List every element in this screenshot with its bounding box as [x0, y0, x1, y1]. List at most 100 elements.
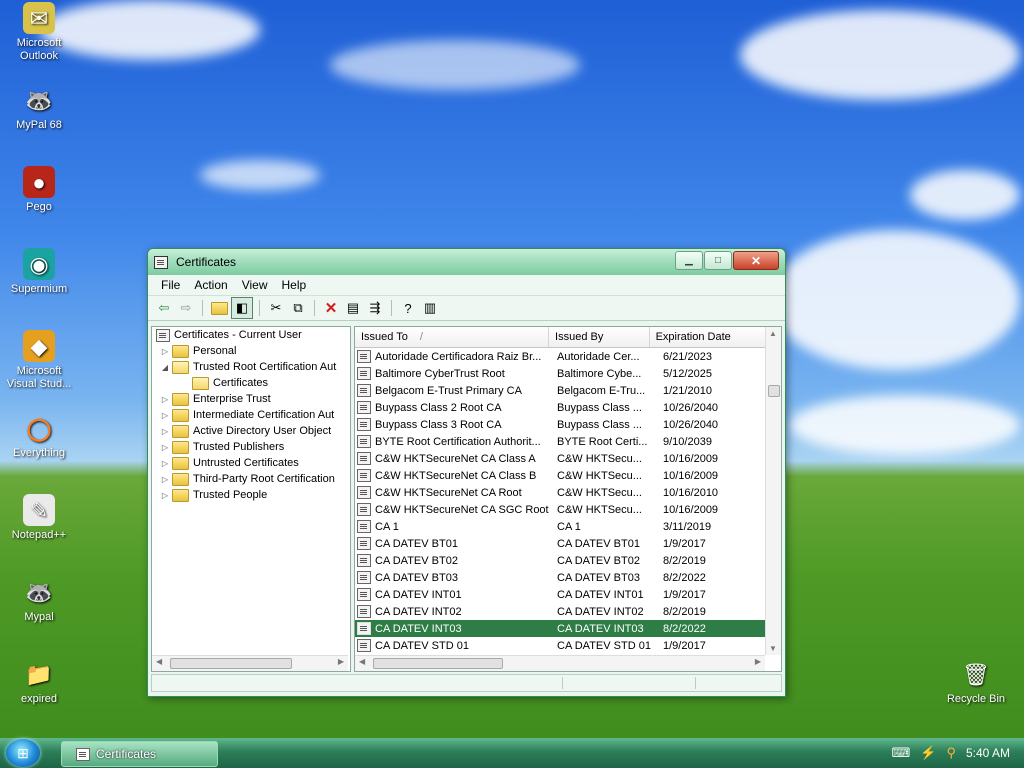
cell-expiration-date: 8/2/2019 [663, 605, 706, 618]
column-issued-by[interactable]: Issued By [549, 327, 650, 347]
tree-item[interactable]: ▷ Third-Party Root Certification [152, 471, 350, 487]
expanded-arrow-icon[interactable]: ◢ [160, 363, 170, 372]
search-icon[interactable]: ⚲ [946, 745, 956, 761]
table-row[interactable]: C&W HKTSecureNet CA Root C&W HKTSecu... 10… [355, 484, 781, 501]
table-row[interactable]: Belgacom E-Trust Primary CA Belgacom E-Tr… [355, 382, 781, 399]
cell-issued-by: BYTE Root Certi... [557, 435, 648, 448]
desktop-icon-pego[interactable]: ● Pego [4, 166, 74, 214]
collapsed-arrow-icon[interactable]: ▷ [160, 427, 170, 436]
cell-expiration-date: 10/26/2040 [663, 418, 719, 431]
action-pane-button[interactable]: ▥ [420, 298, 440, 318]
cell-issued-to: CA DATEV BT01 [355, 537, 551, 550]
menu-file[interactable]: File [154, 278, 187, 292]
taskbar-certificates[interactable]: Certificates [61, 741, 218, 767]
tree-scroll-thumb[interactable] [170, 658, 292, 669]
table-row[interactable]: Buypass Class 3 Root CA Buypass Class ...… [355, 416, 781, 433]
table-row[interactable]: CA DATEV INT03 CA DATEV INT03 8/2/2022 [355, 620, 781, 637]
close-button[interactable]: ✕ [733, 251, 779, 270]
table-row[interactable]: BYTE Root Certification Authorit... BYTE … [355, 433, 781, 450]
up-one-level-button[interactable] [209, 298, 229, 318]
copy-button[interactable]: ⧉ [288, 298, 308, 318]
pego-icon: ● [23, 166, 55, 198]
minimize-button[interactable]: ▁ [675, 251, 703, 270]
desktop-icon-mypal[interactable]: 🦝 Mypal [4, 576, 74, 624]
desktop-icon-everything[interactable]: ◯ Everything [4, 412, 74, 460]
tree-item[interactable]: ◢ Trusted Root Certification Aut [152, 359, 350, 375]
tree-root[interactable]: Certificates - Current User [152, 327, 350, 343]
certificate-icon [154, 255, 168, 269]
menu-help[interactable]: Help [275, 278, 314, 292]
table-row[interactable]: Baltimore CyberTrust Root Baltimore Cybe.… [355, 365, 781, 382]
table-row[interactable]: CA 1 CA 1 3/11/2019 [355, 518, 781, 535]
tree-horizontal-scrollbar[interactable]: ◀ ▶ [152, 655, 348, 671]
tree-item[interactable]: ▷ Untrusted Certificates [152, 455, 350, 471]
desktop-icon-folder[interactable]: 📁 expired [4, 658, 74, 706]
export-list-button[interactable]: ⇶ [365, 298, 385, 318]
delete-button[interactable]: ✕ [321, 298, 341, 318]
tree-item[interactable]: ▷ Trusted People [152, 487, 350, 503]
tree-item[interactable]: ▷ Enterprise Trust [152, 391, 350, 407]
cell-issued-to: CA DATEV INT01 [355, 588, 551, 601]
tree-item[interactable]: ▷ Intermediate Certification Aut [152, 407, 350, 423]
show-hide-tree-button[interactable]: ◧ [231, 297, 253, 319]
table-row[interactable]: C&W HKTSecureNet CA Class B C&W HKTSecu..… [355, 467, 781, 484]
list-scroll-thumb[interactable] [768, 385, 780, 397]
list-horizontal-scrollbar[interactable]: ◀ ▶ [355, 655, 765, 671]
help-button[interactable]: ? [398, 298, 418, 318]
back-button[interactable]: ⇦ [154, 298, 174, 318]
column-issued-to[interactable]: Issued To / [355, 327, 550, 347]
collapsed-arrow-icon[interactable]: ▷ [160, 411, 170, 420]
tree-item[interactable]: ▷ Active Directory User Object [152, 423, 350, 439]
cell-issued-by: CA DATEV INT03 [557, 622, 644, 635]
menu-action[interactable]: Action [187, 278, 234, 292]
list-vertical-scrollbar[interactable]: ▲ ▼ [765, 327, 781, 655]
properties-button[interactable]: ▤ [343, 298, 363, 318]
list-scroll-thumb-h[interactable] [373, 658, 503, 669]
recycle-bin[interactable]: 🗑 Recycle Bin [940, 658, 1012, 706]
maximize-button[interactable]: □ [704, 251, 732, 270]
tree-item[interactable]: ▷ Personal [152, 343, 350, 359]
desktop-icon-mypal[interactable]: 🦝 MyPal 68 [4, 84, 74, 132]
table-row[interactable]: CA DATEV BT01 CA DATEV BT01 1/9/2017 [355, 535, 781, 552]
table-row[interactable]: C&W HKTSecureNet CA SGC Root C&W HKTSecu.… [355, 501, 781, 518]
table-row[interactable]: CA DATEV INT01 CA DATEV INT01 1/9/2017 [355, 586, 781, 603]
start-button[interactable]: ⊞ [6, 739, 40, 767]
certificate-icon [357, 503, 371, 516]
certificate-icon [357, 537, 371, 550]
collapsed-arrow-icon[interactable]: ▷ [160, 459, 170, 468]
status-divider [695, 677, 696, 689]
collapsed-arrow-icon[interactable]: ▷ [160, 475, 170, 484]
desktop-icon-visual-studio[interactable]: ◆ Microsoft Visual Stud... [4, 330, 74, 391]
table-row[interactable]: CA DATEV INT02 CA DATEV INT02 8/2/2019 [355, 603, 781, 620]
collapsed-arrow-icon[interactable]: ▷ [160, 491, 170, 500]
certificate-icon [357, 401, 371, 414]
table-row[interactable]: CA DATEV BT02 CA DATEV BT02 8/2/2019 [355, 552, 781, 569]
desktop-icon-supermium[interactable]: ◉ Supermium [4, 248, 74, 296]
forward-button[interactable]: ⇨ [176, 298, 196, 318]
menu-view[interactable]: View [235, 278, 275, 292]
collapsed-arrow-icon[interactable]: ▷ [160, 395, 170, 404]
tree-item-child[interactable]: Certificates [152, 375, 350, 391]
table-row[interactable]: CA DATEV STD 01 CA DATEV STD 01 1/9/2017 [355, 637, 781, 654]
table-row[interactable]: Buypass Class 2 Root CA Buypass Class ...… [355, 399, 781, 416]
tree-item[interactable]: ▷ Trusted Publishers [152, 439, 350, 455]
folder-icon [172, 440, 189, 454]
desktop-icon-outlook[interactable]: ✉ Microsoft Outlook [4, 2, 74, 63]
column-expiration-date[interactable]: Expiration Date [650, 327, 766, 347]
properties-icon: ▤ [346, 300, 360, 315]
collapsed-arrow-icon[interactable]: ▷ [160, 443, 170, 452]
action-pane-icon: ▥ [423, 300, 437, 315]
keyboard-icon[interactable]: ⌨ [891, 745, 910, 761]
table-row[interactable]: C&W HKTSecureNet CA Class A C&W HKTSecu..… [355, 450, 781, 467]
table-row[interactable]: Autoridade Certificadora Raiz Br... Autor… [355, 348, 781, 365]
collapsed-arrow-icon[interactable]: ▷ [160, 347, 170, 356]
network-icon[interactable]: ⚡ [920, 745, 936, 761]
window-title: Certificates [176, 255, 237, 269]
cut-button[interactable]: ✂ [266, 298, 286, 318]
desktop-icon-notepad-plus-plus[interactable]: ✎ Notepad++ [4, 494, 74, 542]
table-row[interactable]: CA DATEV BT03 CA DATEV BT03 8/2/2022 [355, 569, 781, 586]
title-bar[interactable]: Certificates ▁ □ ✕ [148, 249, 785, 275]
clock[interactable]: 5:40 AM [966, 746, 1010, 760]
certificate-list: Autoridade Certificadora Raiz Br... Autor… [355, 348, 781, 654]
forward-arrow-icon: ⇨ [180, 300, 192, 315]
